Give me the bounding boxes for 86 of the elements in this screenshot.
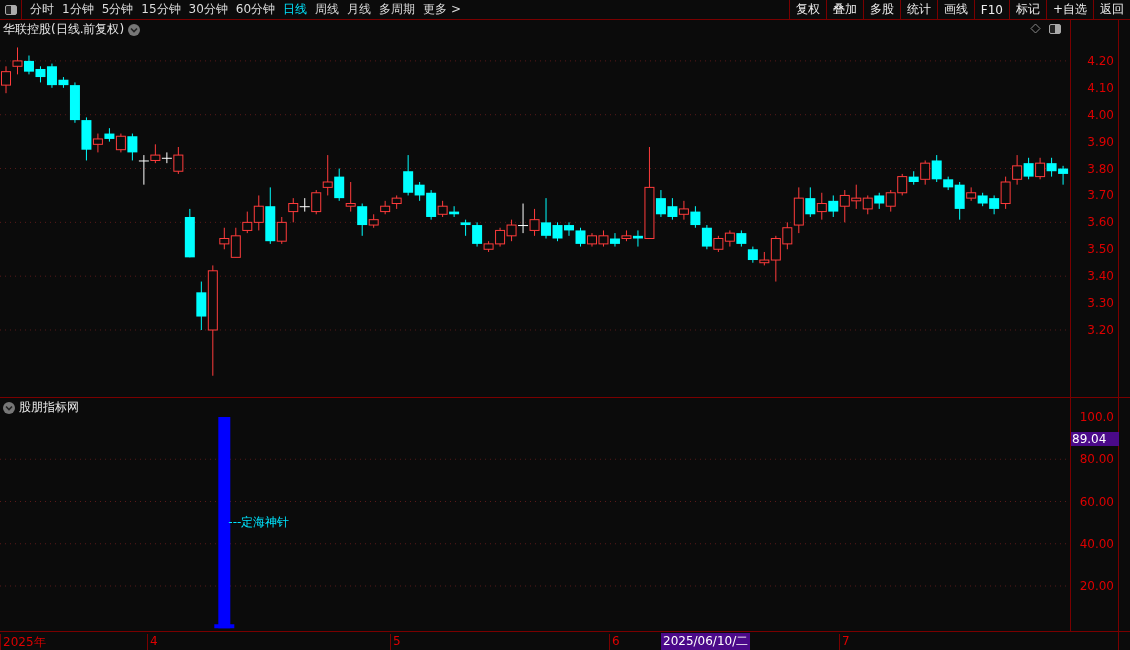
candlestick — [115, 133, 126, 153]
period-tab[interactable]: 15分钟 — [137, 0, 185, 19]
indicator-title: 股朋指标网 — [19, 399, 79, 416]
period-tab[interactable]: 1分钟 — [58, 0, 98, 19]
toolbar-button[interactable]: 多股 — [862, 0, 900, 19]
candlestick — [816, 192, 827, 221]
candlestick — [874, 192, 885, 210]
candlestick — [380, 200, 391, 215]
candlestick — [885, 189, 896, 213]
toolbar-button[interactable]: F10 — [973, 0, 1009, 19]
candlestick — [1023, 157, 1034, 180]
price-axis-label: 3.40 — [1087, 269, 1114, 284]
price-axis-label: 4.00 — [1087, 107, 1114, 122]
indicator-axis-label: 20.00 — [1079, 579, 1114, 593]
candlestick — [747, 246, 758, 264]
cursor-date-label: 2025/06/10/二 — [661, 633, 751, 650]
candlestick — [334, 168, 345, 202]
signal-label: ---定海神针 — [228, 514, 290, 529]
candlestick — [1035, 157, 1046, 180]
candlestick — [851, 184, 862, 210]
period-tab[interactable]: 多周期 — [375, 0, 420, 19]
price-axis-label: 4.10 — [1087, 80, 1114, 95]
candlestick — [1012, 154, 1023, 186]
candlestick — [575, 227, 586, 248]
toolbar-button[interactable]: 复权 — [788, 0, 826, 19]
candlestick — [839, 189, 850, 223]
toolbar-button[interactable]: 标记 — [1008, 0, 1046, 19]
period-tab[interactable]: 周线 — [311, 0, 344, 19]
candlestick — [219, 227, 230, 250]
date-axis-label: 2025年 — [0, 634, 46, 650]
toolbar-button[interactable]: +自选 — [1045, 0, 1093, 19]
candlestick — [736, 229, 747, 248]
indicator-axis-label: 100.0 — [1079, 410, 1114, 424]
candlestick — [609, 232, 620, 248]
indicator-axis-label: 60.00 — [1079, 494, 1114, 509]
candlestick — [690, 205, 701, 229]
period-tab[interactable]: 5分钟 — [97, 0, 138, 19]
candlestick — [977, 192, 988, 207]
period-tab[interactable]: 月线 — [343, 0, 376, 19]
candlestick — [1058, 165, 1069, 186]
price-axis-label: 3.50 — [1087, 242, 1114, 257]
candlestick — [230, 227, 241, 258]
toolbar-button[interactable]: 返回 — [1093, 0, 1130, 19]
toolbar-button[interactable]: 画线 — [936, 0, 974, 19]
candlestick — [564, 221, 574, 237]
price-axis-label: 3.60 — [1087, 215, 1114, 230]
candlestick — [587, 232, 597, 248]
candlestick — [667, 197, 678, 221]
candlestick — [518, 203, 529, 234]
indicator-axis-label: 80.00 — [1079, 452, 1114, 467]
candlestick — [724, 229, 735, 248]
candlestick — [127, 133, 138, 161]
chevron-down-icon[interactable] — [128, 23, 141, 36]
candlestick — [506, 219, 517, 242]
indicator-axis-label: 40.00 — [1079, 536, 1114, 551]
period-tab[interactable]: 分时 — [26, 0, 58, 19]
bar-base — [214, 624, 235, 629]
price-axis-label: 3.30 — [1087, 296, 1114, 311]
period-tab[interactable]: 日线 — [279, 0, 312, 19]
candlestick — [862, 194, 873, 215]
candlestick — [828, 194, 839, 218]
date-axis-label: 4 — [147, 634, 158, 650]
candlestick — [104, 127, 115, 143]
stock-title: 华联控股(日线.前复权) — [3, 21, 125, 38]
price-axis-label: 3.70 — [1087, 188, 1114, 203]
price-axis-label: 3.20 — [1087, 323, 1114, 337]
toolbar-button[interactable]: 统计 — [899, 0, 937, 19]
period-tab[interactable]: 60分钟 — [231, 0, 280, 19]
candlestick — [345, 181, 356, 213]
price-axis-label: 3.80 — [1087, 161, 1114, 176]
date-axis-label: 7 — [839, 634, 850, 650]
panel-toggle-icon[interactable] — [1049, 23, 1061, 34]
candlestick — [598, 229, 609, 248]
price-axis-label: 4.20 — [1087, 53, 1114, 68]
date-axis-label: 6 — [609, 634, 620, 650]
toolbar-button[interactable]: 叠加 — [825, 0, 863, 19]
period-tab[interactable]: 更多 > — [419, 0, 465, 19]
candlestick — [449, 205, 460, 218]
price-axis-label: 3.90 — [1087, 134, 1114, 149]
candlestick — [184, 208, 195, 258]
cursor-value-label: 89.04 — [1071, 432, 1119, 447]
candlestick — [678, 200, 689, 221]
date-axis-label: 5 — [390, 634, 401, 650]
period-tab[interactable]: 30分钟 — [184, 0, 232, 19]
candlestick — [1046, 157, 1057, 178]
chevron-down-icon[interactable] — [3, 401, 15, 414]
